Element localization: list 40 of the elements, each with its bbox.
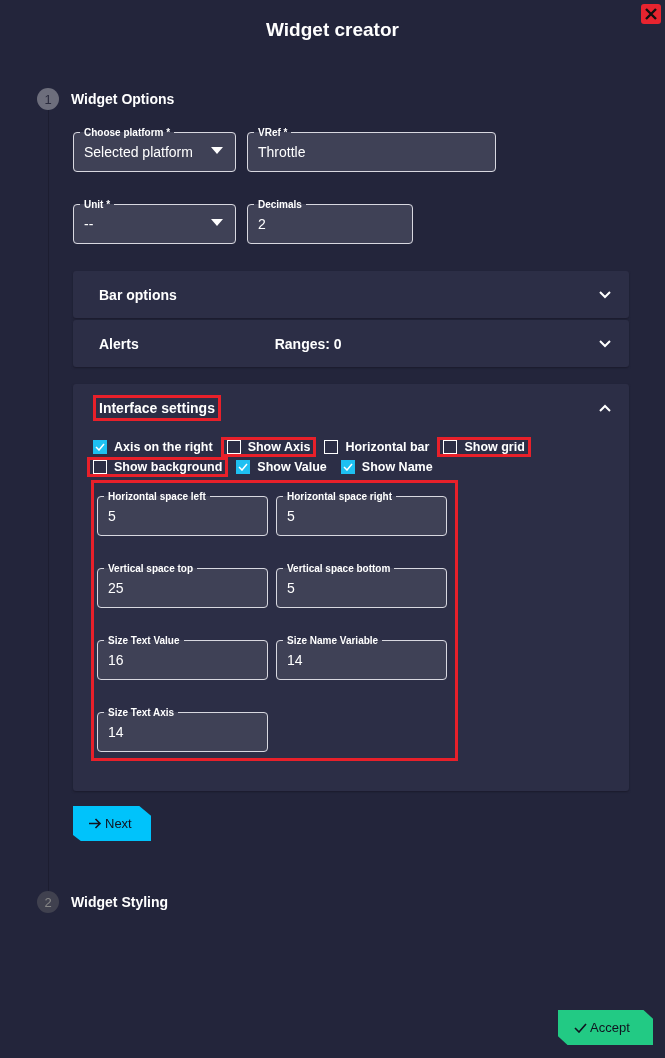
select-field[interactable]: Choose platform * Selected platform [73,127,236,172]
input-field[interactable]: Size Name Variable 14 [276,635,447,680]
dialog-title: Widget creator [266,19,399,40]
input-field[interactable]: VRef * Throttle [247,127,496,172]
step-title: Widget Styling [71,894,169,910]
checkbox-label: Show grid [464,440,525,454]
step-number: 1 [37,88,59,110]
checkbox-label: Axis on the right [114,440,213,454]
accept-button[interactable]: Accept [558,1010,653,1045]
input-field[interactable]: Size Text Value 16 [97,635,268,680]
next-button[interactable]: Next [73,806,151,841]
input-field[interactable]: Horizontal space left 5 [97,491,268,536]
caret-icon [211,147,223,154]
input-field[interactable]: Horizontal space right 5 [276,491,447,536]
checkbox[interactable] [340,460,355,474]
input-field[interactable]: Vertical space top 25 [97,563,268,608]
input-field[interactable]: Size Text Axis 14 [97,707,268,752]
panel-title[interactable]: Bar options [93,281,183,308]
checkbox[interactable] [93,440,107,454]
ranges-count: Ranges: 0 [274,335,342,352]
chevron-down-icon[interactable] [599,290,611,299]
checkbox-label: Horizontal bar [345,440,430,454]
checkbox-label: Show background [114,460,223,474]
close-icon[interactable] [641,4,661,24]
panel-title[interactable]: Interface settings [93,394,221,421]
step-number: 2 [37,891,59,913]
checkbox-label: Show Value [257,460,327,474]
caret-icon [211,219,223,226]
arrow-right-icon [89,818,102,829]
input-field[interactable]: Decimals 2 [247,199,413,244]
checkmark-icon [574,1022,587,1033]
chevron-up-icon[interactable] [599,403,611,412]
select-field[interactable]: Unit * -- [73,199,236,244]
panel-title[interactable]: Alerts [93,330,145,357]
step-title: Widget Options [71,91,175,107]
input-field[interactable]: Vertical space bottom 5 [276,563,447,608]
checkbox-label: Show Axis [247,440,311,454]
chevron-down-icon[interactable] [599,339,611,348]
checkbox[interactable] [236,460,251,474]
checkbox-label: Show Name [361,460,433,474]
